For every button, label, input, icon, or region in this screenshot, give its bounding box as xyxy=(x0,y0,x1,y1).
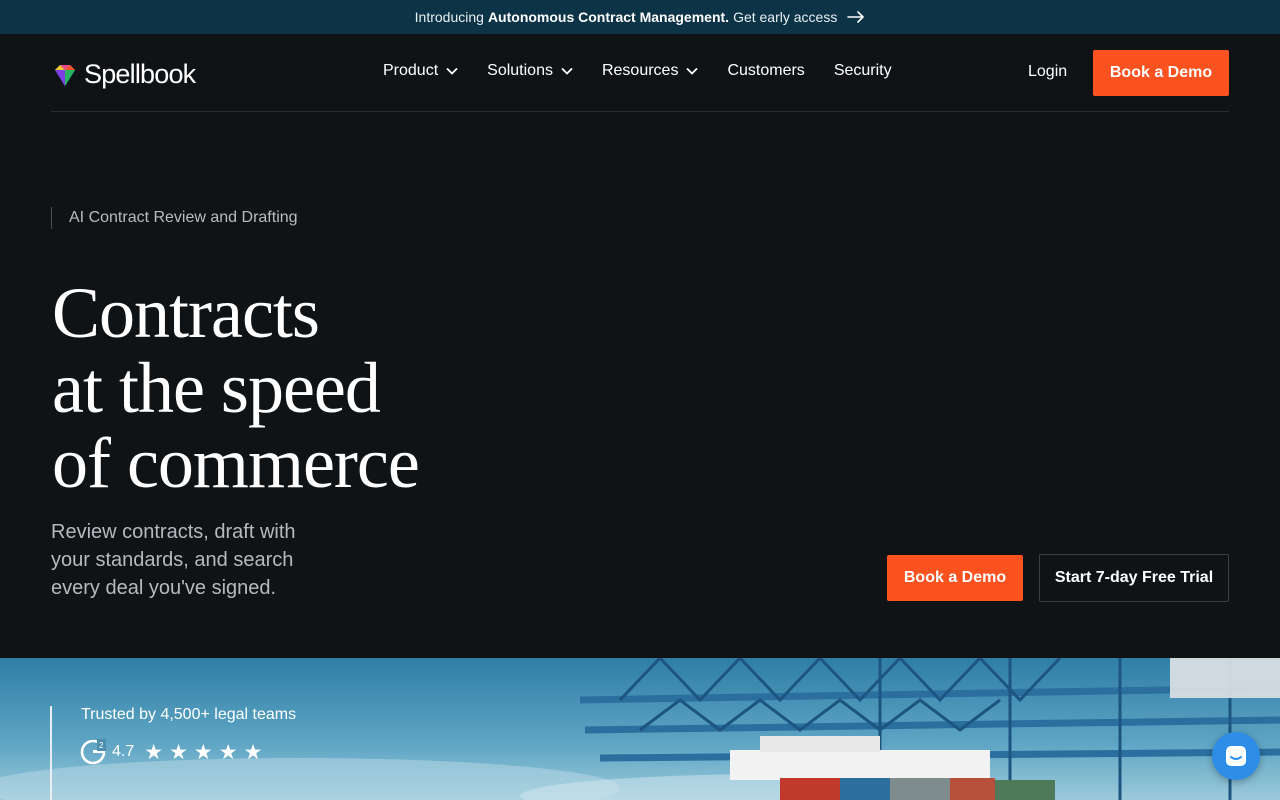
chat-launcher-button[interactable] xyxy=(1212,732,1260,780)
announcement-bar[interactable]: Introducing Autonomous Contract Manageme… xyxy=(0,0,1280,34)
chevron-down-icon xyxy=(561,67,573,75)
nav-item-label: Security xyxy=(833,62,892,79)
announcement-cta[interactable]: Get early access xyxy=(733,9,837,25)
chat-icon xyxy=(1226,746,1246,766)
nav-item-customers[interactable]: Customers xyxy=(727,62,804,80)
svg-text:2: 2 xyxy=(99,741,104,750)
brand-logo[interactable]: Spellbook xyxy=(52,59,196,90)
trust-title: Trusted by 4,500+ legal teams xyxy=(81,706,297,723)
star-icon: ★ xyxy=(218,740,238,764)
hero-headline: Contracts at the speed of commerce xyxy=(52,276,572,501)
announcement-prefix: Introducing xyxy=(414,9,484,25)
chevron-down-icon xyxy=(446,67,458,75)
nav-item-product[interactable]: Product xyxy=(383,62,458,80)
arrow-right-icon xyxy=(847,11,865,23)
star-icon: ★ xyxy=(144,740,164,764)
nav-item-resources[interactable]: Resources xyxy=(601,62,699,80)
login-link[interactable]: Login xyxy=(1028,63,1067,81)
hero-subheadline: Review contracts, draft with your standa… xyxy=(51,521,296,599)
star-icon: ★ xyxy=(193,740,213,764)
nav-item-label: Solutions xyxy=(487,62,553,79)
trust-divider xyxy=(50,706,52,800)
hero-port-image xyxy=(0,658,1280,800)
announcement-highlight: Autonomous Contract Management. xyxy=(487,9,730,25)
nav-menu: Product Solutions Resources Customers Se… xyxy=(383,62,892,80)
main-nav: Spellbook Product Solutions Resources Cu… xyxy=(0,34,1280,112)
nav-item-label: Resources xyxy=(601,62,679,79)
port-cranes-illustration xyxy=(0,658,1280,800)
nav-item-security[interactable]: Security xyxy=(834,62,892,80)
headline-line-2: at the speed xyxy=(52,348,381,428)
nav-item-label: Customers xyxy=(727,62,805,79)
g2-logo-icon: 2 xyxy=(80,739,106,765)
rating-score: 4.7 xyxy=(112,743,135,760)
nav-item-label: Product xyxy=(383,62,439,79)
brand-name: Spellbook xyxy=(84,59,196,89)
nav-book-demo-button[interactable]: Book a Demo xyxy=(1093,50,1229,96)
chevron-down-icon xyxy=(686,67,699,75)
star-icon: ★ xyxy=(243,740,263,764)
free-trial-button[interactable]: Start 7-day Free Trial xyxy=(1039,554,1229,602)
hero-eyebrow: AI Contract Review and Drafting xyxy=(51,207,298,229)
nav-item-solutions[interactable]: Solutions xyxy=(487,62,573,80)
headline-line-1: Contracts xyxy=(52,273,320,353)
gem-logo-icon xyxy=(55,64,75,86)
g2-rating: 2 4.7 ★ ★ ★ ★ ★ xyxy=(80,739,262,765)
hero-book-demo-button[interactable]: Book a Demo xyxy=(887,555,1023,601)
headline-line-3: of commerce xyxy=(52,423,420,503)
nav-divider xyxy=(51,111,1229,112)
star-icon: ★ xyxy=(169,740,188,764)
